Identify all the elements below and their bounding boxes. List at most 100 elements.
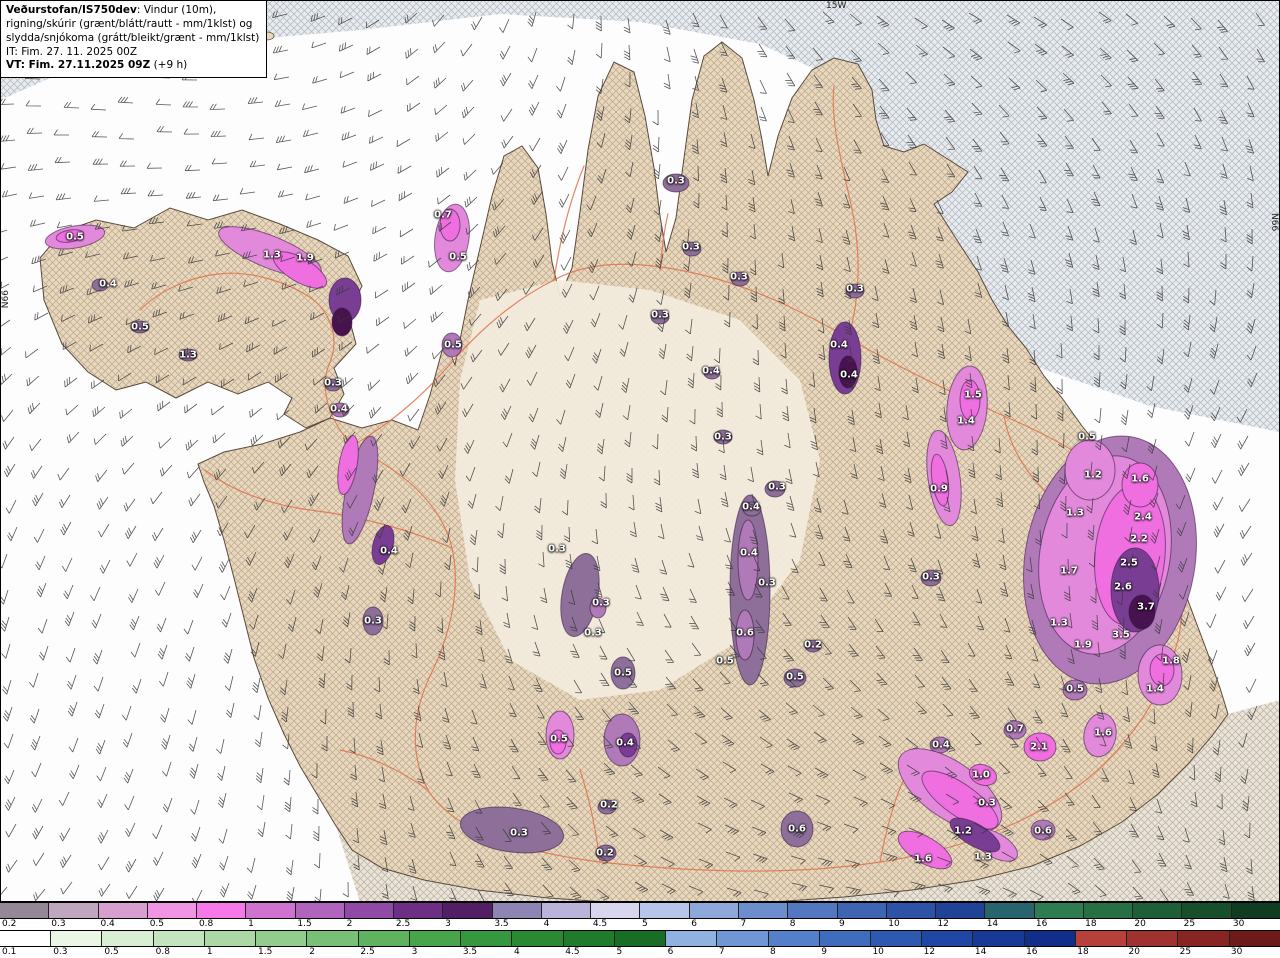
model-name: Veðurstofan/IS750dev bbox=[6, 4, 137, 16]
colorbar-segment bbox=[886, 903, 937, 918]
colorbar-segment bbox=[973, 931, 1025, 946]
colorbar-tick-label: 20 bbox=[1128, 947, 1140, 957]
colorbar-tick-label: 20 bbox=[1134, 919, 1146, 929]
colorbar-tick-label: 0.2 bbox=[2, 919, 17, 929]
colorbar-segment bbox=[819, 931, 871, 946]
colorbar-tick-label: 5 bbox=[642, 919, 648, 929]
colorbar-tick-label: 7 bbox=[718, 947, 725, 957]
weather-map bbox=[0, 0, 1280, 902]
precip-blob bbox=[703, 366, 721, 380]
colorbar-segment bbox=[147, 903, 198, 918]
colorbar-tick-label: 3 bbox=[411, 947, 418, 957]
colorbar-tick-label: 1.5 bbox=[297, 919, 312, 929]
colorbar-tick-label: 0.8 bbox=[155, 947, 170, 957]
parallel-label-right: N66 bbox=[1269, 213, 1279, 232]
precip-blob bbox=[1064, 439, 1116, 501]
colorbar-tick-label: 0.8 bbox=[198, 919, 214, 929]
colorbar-tick-label: 6 bbox=[667, 947, 674, 957]
colorbar-segment bbox=[591, 903, 641, 918]
colorbar-segment bbox=[461, 931, 513, 946]
colorbar-tick-label: 12 bbox=[923, 947, 936, 957]
colorbar-segment bbox=[870, 931, 923, 946]
colorbar-segment bbox=[394, 903, 444, 918]
colorbar-segment bbox=[922, 931, 974, 946]
precip-blob bbox=[597, 799, 617, 815]
precip-blob bbox=[1062, 679, 1088, 701]
colorbar-segment bbox=[738, 903, 789, 918]
precip-blob bbox=[324, 378, 342, 392]
colorbar-segment bbox=[153, 931, 205, 946]
valid-time-line: VT: Fim. 27.11.2025 09Z (+9 h) bbox=[6, 59, 259, 73]
colorbar-segment bbox=[541, 903, 592, 918]
colorbar-sleet-snow bbox=[0, 902, 1280, 919]
precip-blob bbox=[764, 480, 786, 498]
colorbars: 0.2 0.3 0.4 0.5 0.8 1 1.5 2 2.5 3 3.5 4 4.5 5 6 7 8 9 10 12… bbox=[0, 902, 1280, 958]
legend-line-3: slydda/snjókoma (grátt/bleikt/grænt - mm… bbox=[6, 31, 260, 44]
precip-blob bbox=[610, 656, 636, 690]
colorbar-segment bbox=[1083, 903, 1134, 918]
colorbar-tick-label: 1 bbox=[206, 947, 213, 957]
colorbar-tick-label: 10 bbox=[872, 947, 884, 957]
colorbar-tick-label: 4 bbox=[543, 919, 550, 929]
colorbar-tick-label: 7 bbox=[740, 919, 747, 929]
colorbar-segment bbox=[0, 903, 50, 918]
precip-blob bbox=[959, 379, 981, 421]
precip-blob bbox=[735, 609, 755, 661]
precip-blob bbox=[330, 402, 350, 418]
colorbar-segment bbox=[358, 931, 410, 946]
colorbar-tick-label: 2 bbox=[309, 947, 315, 957]
colorbar-tick-label: 0.4 bbox=[100, 919, 115, 929]
colorbar-tick-label: 9 bbox=[821, 947, 827, 957]
colorbar-segment bbox=[246, 903, 296, 918]
colorbar-segment bbox=[1034, 903, 1084, 918]
colorbar-segment bbox=[295, 903, 345, 918]
precip-blob bbox=[595, 844, 617, 862]
colorbar-segment bbox=[1024, 931, 1076, 946]
precip-blob bbox=[130, 320, 150, 334]
colorbar-tick-label: 30 bbox=[1230, 947, 1243, 957]
colorbar-tick-label: 6 bbox=[691, 919, 698, 929]
colorbar-rain bbox=[0, 930, 1280, 947]
colorbar-segment bbox=[666, 931, 718, 946]
precip-blob bbox=[682, 241, 702, 257]
colorbar-segment bbox=[51, 931, 103, 946]
colorbar-segment bbox=[1127, 931, 1179, 946]
colorbar-tick-label: 12 bbox=[937, 919, 949, 929]
colorbar-segment bbox=[492, 903, 542, 918]
precip-blob bbox=[780, 810, 814, 848]
meridian-label: 15W bbox=[826, 1, 847, 11]
weather-map-page: Veðurstofan/IS750dev: Vindur (10m), rign… bbox=[0, 0, 1280, 958]
colorbar-segment bbox=[1231, 903, 1280, 918]
colorbar-tick-label: 2.5 bbox=[360, 947, 375, 957]
colorbar-tick-label: 16 bbox=[1035, 919, 1048, 929]
colorbar-segment bbox=[443, 903, 493, 918]
colorbar-tick-label: 8 bbox=[770, 947, 776, 957]
colorbar-tick-label: 0.3 bbox=[51, 919, 66, 929]
precip-blob bbox=[1121, 462, 1159, 508]
colorbar-segment bbox=[768, 931, 820, 946]
colorbar-tick-label: 30 bbox=[1232, 919, 1245, 929]
precip-blob bbox=[838, 355, 858, 389]
colorbar-segment bbox=[512, 931, 564, 946]
colorbar-tick-label: 1.5 bbox=[258, 947, 273, 957]
colorbar-tick-label: 0.5 bbox=[104, 947, 119, 957]
colorbar-tick-label: 3.5 bbox=[462, 947, 478, 957]
legend-line-2: rigning/skúrir (grænt/blátt/rautt - mm/1… bbox=[6, 17, 253, 30]
precip-blob bbox=[804, 639, 822, 653]
colorbar-segment bbox=[788, 903, 838, 918]
colorbar-segment bbox=[204, 931, 257, 946]
precip-blob bbox=[650, 309, 670, 325]
colorbar-segment bbox=[1229, 931, 1280, 946]
valid-time-offset: (+9 h) bbox=[150, 59, 188, 72]
colorbar-tick-label: 4.5 bbox=[592, 919, 608, 929]
precip-blob bbox=[730, 271, 750, 287]
colorbar-tick-label: 4.5 bbox=[565, 947, 580, 957]
precip-blob bbox=[1023, 732, 1057, 762]
colorbar-tick-label: 0.5 bbox=[149, 919, 165, 929]
colorbar-sleet-snow-ticks: 0.2 0.3 0.4 0.5 0.8 1 1.5 2 2.5 3 3.5 4 4.5 5 6 7 8 9 10 12… bbox=[0, 919, 1280, 930]
precip-blob bbox=[1128, 594, 1156, 630]
precip-blob bbox=[439, 208, 461, 242]
precip-blob bbox=[920, 569, 942, 587]
colorbar-segment bbox=[640, 903, 690, 918]
colorbar-tick-label: 10 bbox=[888, 919, 900, 929]
